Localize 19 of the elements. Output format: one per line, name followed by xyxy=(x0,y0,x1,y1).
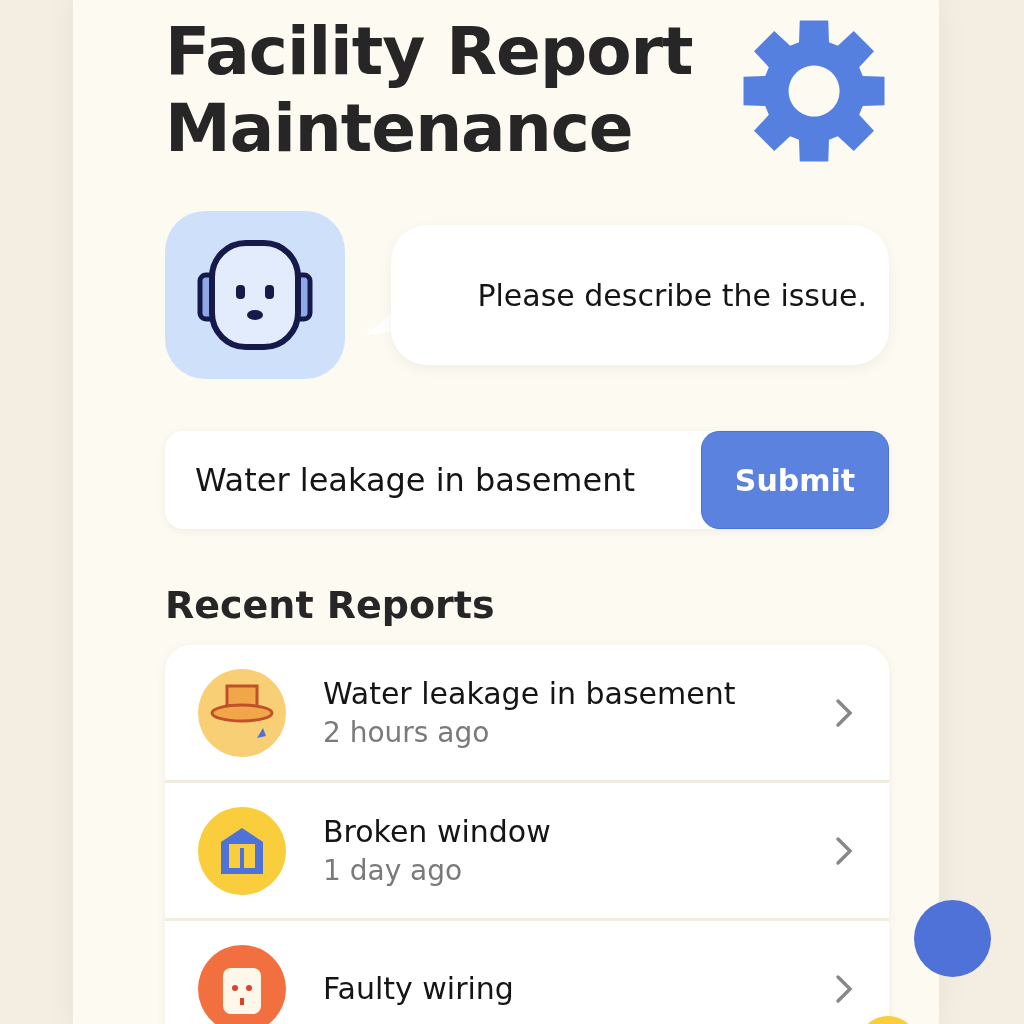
report-time: 1 day ago xyxy=(323,854,464,888)
house-icon xyxy=(197,805,287,896)
hat-icon xyxy=(197,667,287,758)
report-title: Faulty wiring xyxy=(323,970,515,1007)
outlet-icon xyxy=(197,943,287,1024)
report-field[interactable]: Water leakage in basement Submit xyxy=(165,431,889,530)
report-title: Broken window xyxy=(323,814,552,851)
report-time: 2 hours ago xyxy=(323,716,491,750)
page-title: Facility Report Maintenance xyxy=(165,14,694,168)
section-heading: Recent Reports xyxy=(165,583,496,628)
report-row[interactable]: Faulty wiring xyxy=(165,921,889,1024)
chevron-right-icon xyxy=(835,697,853,728)
assistant-message: Please describe the issue. xyxy=(477,277,867,313)
report-title: Water leakage in basement xyxy=(323,676,737,713)
chevron-right-icon xyxy=(835,835,853,866)
chevron-right-icon xyxy=(835,973,853,1004)
submit-button[interactable]: Submit xyxy=(701,431,889,530)
report-row[interactable]: Broken window 1 day ago xyxy=(165,783,889,922)
report-row[interactable]: Water leakage in basement 2 hours ago xyxy=(165,645,889,784)
